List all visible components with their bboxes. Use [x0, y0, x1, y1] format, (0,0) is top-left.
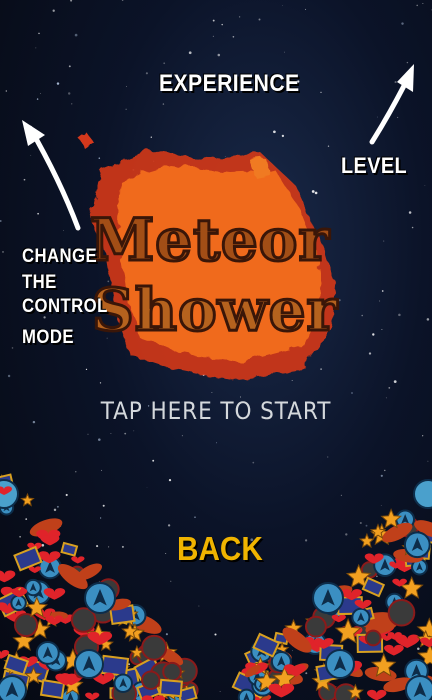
- crate-icon: [361, 576, 386, 598]
- crate-icon: [100, 654, 130, 678]
- debris-pile: [0, 473, 432, 700]
- skull-icon: [304, 615, 327, 638]
- skull-icon: [141, 634, 168, 661]
- game-screen[interactable]: Meteor Shower EXPERIENCE LEVEL CHANGE TH…: [0, 0, 432, 700]
- star-icon: [20, 492, 35, 507]
- heart-icon: [367, 689, 387, 700]
- crate-icon: [60, 541, 79, 557]
- skull-icon: [162, 661, 182, 682]
- skull-icon: [364, 629, 382, 647]
- crate-icon: [158, 678, 183, 698]
- ship-icon: [413, 479, 432, 509]
- heart-icon: [71, 556, 85, 564]
- skull-icon: [141, 670, 161, 690]
- heart-icon: [0, 570, 16, 583]
- crate-icon: [39, 679, 66, 700]
- star-icon: [358, 532, 375, 549]
- heart-icon: [384, 644, 404, 656]
- skull-icon: [387, 598, 416, 627]
- heart-icon: [85, 692, 100, 700]
- back-button[interactable]: BACK: [177, 530, 263, 568]
- skull-icon: [13, 612, 39, 638]
